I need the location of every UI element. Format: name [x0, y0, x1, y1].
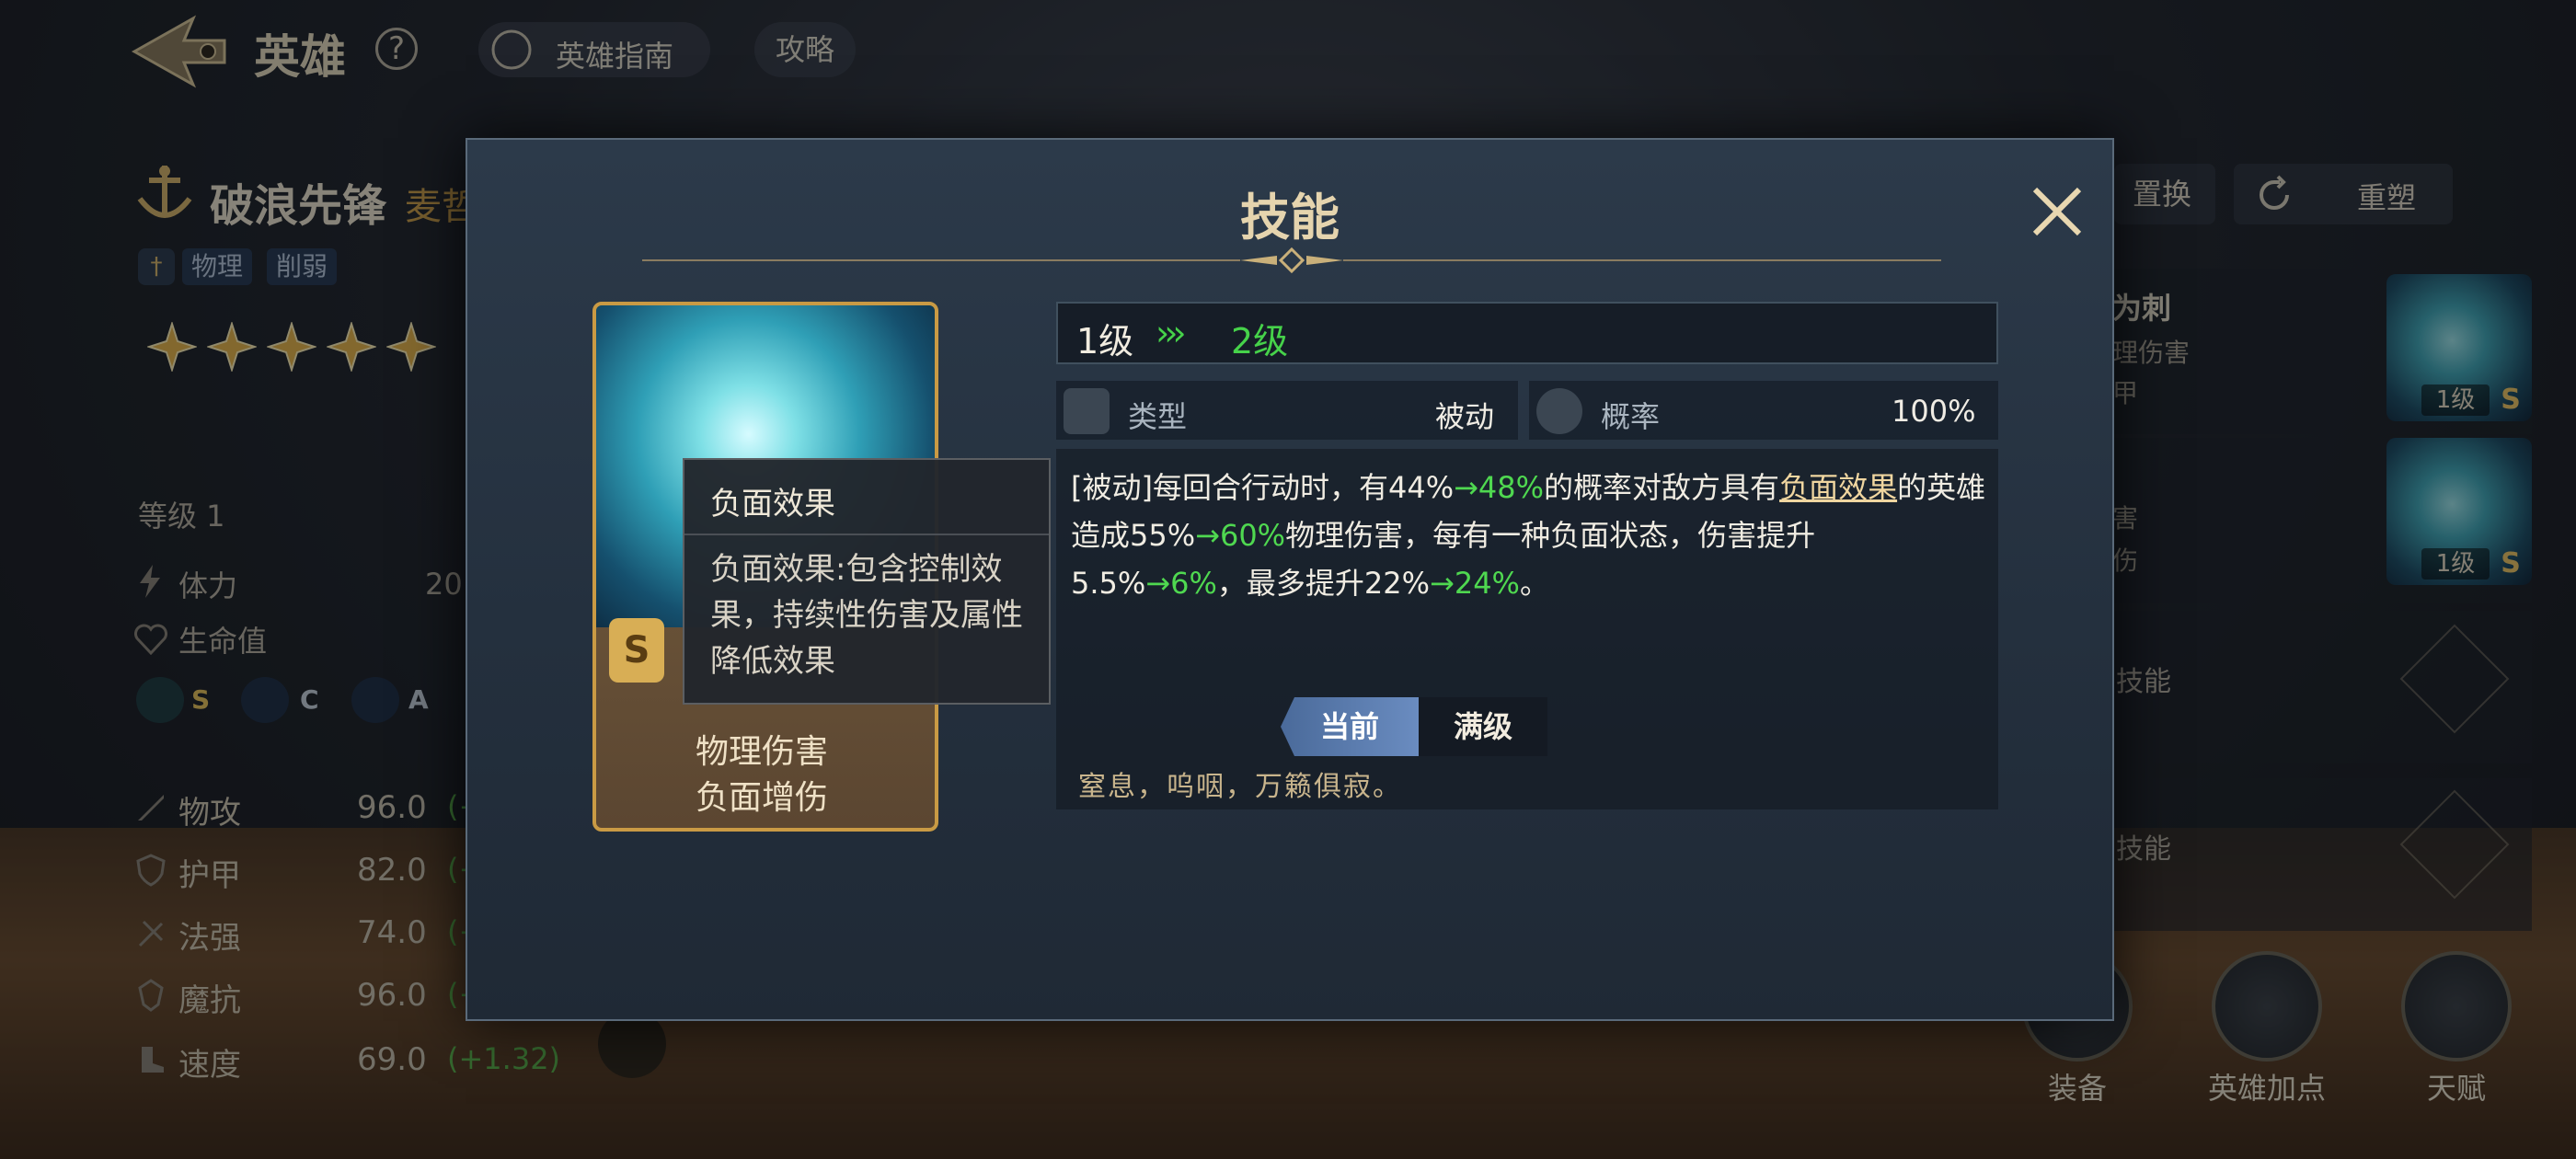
- tooltip-negative-effect: 负面效果 负面效果:包含控制效果，持续性伤害及属性降低效果: [683, 458, 1051, 705]
- card-tag: 负面增伤: [696, 779, 829, 817]
- tab-max-level[interactable]: 满级: [1419, 697, 1547, 756]
- desc-upgrade: →48%: [1454, 470, 1545, 505]
- skill-modal: 技能 S 物理伤害 负面增伤 1级 ››› 2级 类型 被动 概率 100% […: [466, 138, 2114, 1021]
- card-tag: 物理伤害: [696, 733, 829, 771]
- rate-value: 100%: [1892, 394, 1976, 429]
- desc-upgrade: →24%: [1430, 566, 1520, 601]
- negative-effect-link[interactable]: 负面效果: [1779, 470, 1897, 505]
- desc-text: 的概率对敌方具有: [1544, 470, 1780, 505]
- desc-text: 。: [1519, 566, 1549, 601]
- tooltip-title: 负面效果: [710, 486, 835, 522]
- close-icon[interactable]: [2022, 177, 2092, 247]
- tooltip-body: 负面效果:包含控制效果，持续性伤害及属性降低效果: [710, 551, 1023, 680]
- desc-upgrade: →60%: [1195, 518, 1286, 553]
- pie-icon: [1536, 388, 1582, 434]
- desc-upgrade: →6%: [1145, 566, 1217, 601]
- tooltip-divider: [684, 534, 1049, 535]
- type-value: 被动: [1435, 399, 1495, 434]
- ornament-divider: [642, 247, 1941, 274]
- skill-description: [被动]每回合行动时，有44%→48%的概率对敌方具有负面效果的英雄造成55%→…: [1071, 464, 1987, 607]
- level-from: 1级: [1076, 321, 1134, 361]
- skill-grade-badge: S: [609, 618, 664, 683]
- modal-title: 技能: [1240, 189, 1340, 247]
- rate-label: 概率: [1601, 399, 1661, 434]
- type-label: 类型: [1128, 399, 1188, 434]
- tab-current[interactable]: 当前: [1281, 697, 1419, 756]
- desc-text: [被动]每回合行动时，有44%: [1071, 470, 1455, 505]
- triple-chevron-icon: ›››: [1156, 313, 1187, 353]
- flavor-text: 窒息，呜咽，万籁俱寂。: [1078, 771, 1402, 803]
- level-progress-bar: 1级 ››› 2级: [1056, 302, 1998, 364]
- layers-icon: [1064, 388, 1110, 434]
- level-to: 2级: [1231, 321, 1289, 361]
- desc-text: ，最多提升22%: [1216, 566, 1431, 601]
